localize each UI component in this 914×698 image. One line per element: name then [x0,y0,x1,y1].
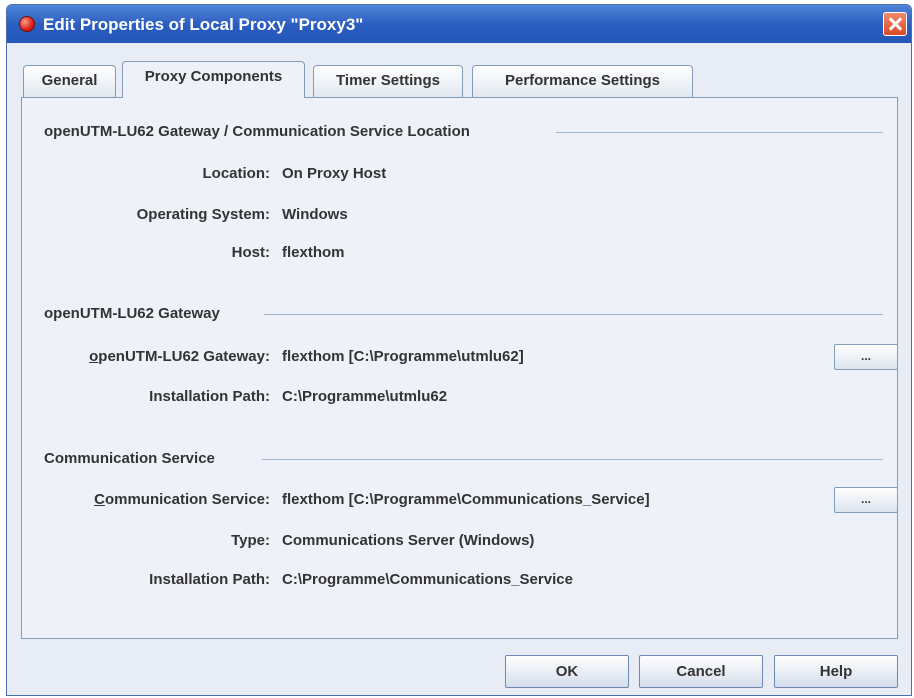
gateway-browse-button[interactable]: ... [834,344,898,370]
title-bar[interactable]: Edit Properties of Local Proxy "Proxy3" [7,5,911,43]
gateway-installation-path-value: C:\Programme\utmlu62 [282,388,448,405]
gateway-installation-path-label: Installation Path: [149,388,270,405]
communication-service-label-mnemonic: C [94,491,105,508]
tab-general[interactable]: General [23,65,116,97]
gateway-section-divider [264,314,883,315]
proxy-status-icon [19,16,35,32]
close-icon[interactable] [883,12,907,36]
gateway-section-title: openUTM-LU62 Gateway [44,305,220,322]
properties-dialog: Edit Properties of Local Proxy "Proxy3" … [6,4,912,696]
tab-proxy-components[interactable]: Proxy Components [122,61,305,98]
operating-system-label: Operating System: [136,206,270,223]
location-label: Location: [202,165,271,182]
tab-timer-settings[interactable]: Timer Settings [313,65,463,97]
location-section-divider [556,132,883,133]
help-button[interactable]: Help [774,655,898,688]
dialog-title: Edit Properties of Local Proxy "Proxy3" [43,15,364,34]
communication-service-label-text: ommunication Service: [104,491,270,508]
communication-service-value: flexthom [C:\Programme\Communications_Se… [282,491,650,508]
communication-type-label: Type: [231,532,270,549]
communication-service-browse-button[interactable]: ... [834,487,898,513]
communication-installation-path-value: C:\Programme\Communications_Service [282,571,573,588]
operating-system-value: Windows [282,206,348,223]
gateway-label-text: penUTM-LU62 Gateway: [98,348,270,365]
communication-service-label: Communication Service: [94,491,270,508]
communication-section-divider [262,459,883,460]
gateway-label-mnemonic: o [89,348,99,365]
communication-installation-path-label: Installation Path: [149,571,270,588]
gateway-label: openUTM-LU62 Gateway: [89,348,270,365]
gateway-value: flexthom [C:\Programme\utmlu62] [282,348,524,365]
communication-section-title: Communication Service [44,450,215,467]
location-value: On Proxy Host [282,165,387,182]
ok-button[interactable]: OK [505,655,629,688]
host-value: flexthom [282,244,345,261]
proxy-components-panel: openUTM-LU62 Gateway / Communication Ser… [21,97,898,639]
tab-performance-settings[interactable]: Performance Settings [472,65,693,97]
location-section-title: openUTM-LU62 Gateway / Communication Ser… [44,123,470,140]
host-label: Host: [231,244,270,261]
communication-type-value: Communications Server (Windows) [282,532,535,549]
cancel-button[interactable]: Cancel [639,655,763,688]
